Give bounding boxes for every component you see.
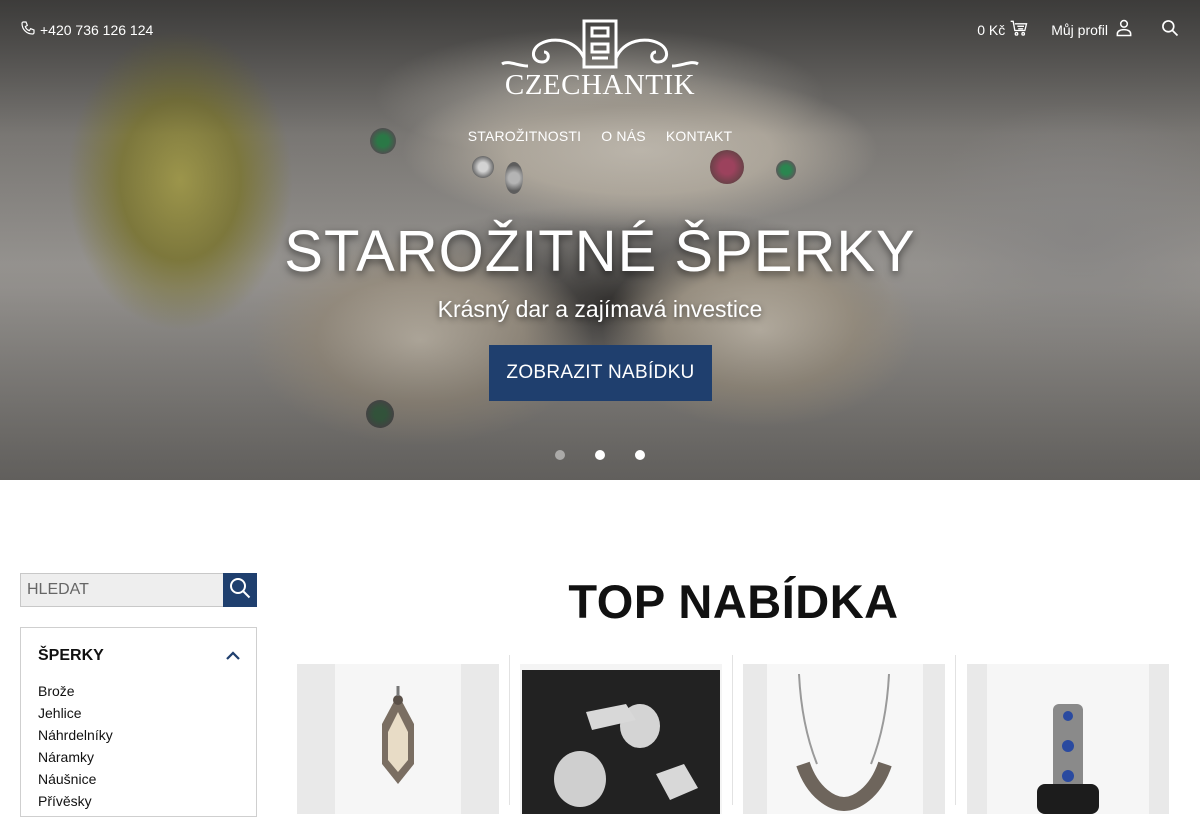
slider-dot-1[interactable] xyxy=(555,450,565,460)
product-image-pendant[interactable] xyxy=(297,664,499,814)
category-item-broze[interactable]: Brože xyxy=(38,680,113,702)
hero-banner: +420 736 126 124 CZECHANTIK 0 Kč Můj pro… xyxy=(0,0,1200,480)
nav-item-kontakt[interactable]: KONTAKT xyxy=(666,128,732,144)
chevron-up-icon[interactable] xyxy=(224,647,242,665)
search-icon[interactable] xyxy=(1160,18,1180,41)
product-card[interactable] xyxy=(967,655,1190,815)
show-offer-button[interactable]: ZOBRAZIT NABÍDKU xyxy=(489,345,712,401)
product-card[interactable] xyxy=(297,655,520,815)
product-divider xyxy=(509,655,510,805)
profile-button[interactable]: Můj profil xyxy=(1051,18,1134,41)
slider-dot-2[interactable] xyxy=(595,450,605,460)
category-item-priveshky[interactable]: Přívěsky xyxy=(38,790,113,812)
hero-title: STAROŽITNÉ ŠPERKY xyxy=(284,219,916,284)
product-image-necklace[interactable] xyxy=(743,664,945,814)
category-item-jehlice[interactable]: Jehlice xyxy=(38,702,113,724)
product-image-cufflinks[interactable] xyxy=(520,664,722,814)
search-input[interactable] xyxy=(20,573,223,607)
nav-item-starozitnosti[interactable]: STAROŽITNOSTI xyxy=(468,128,582,144)
phone-icon xyxy=(20,20,36,39)
cart-total: 0 Kč xyxy=(977,21,1006,38)
product-image-bracelet[interactable] xyxy=(967,664,1169,814)
category-title[interactable]: ŠPERKY xyxy=(38,647,104,665)
sidebar-search xyxy=(20,573,257,607)
user-icon xyxy=(1114,18,1134,41)
category-item-nausnice[interactable]: Náušnice xyxy=(38,768,113,790)
phone-number: +420 736 126 124 xyxy=(40,21,154,38)
category-item-naramky[interactable]: Náramky xyxy=(38,746,113,768)
category-panel: ŠPERKY Brože Jehlice Náhrdelníky Náramky… xyxy=(20,627,257,817)
nav-item-o-nas[interactable]: O NÁS xyxy=(601,128,646,144)
search-button[interactable] xyxy=(223,573,257,607)
product-divider xyxy=(732,655,733,805)
phone-contact[interactable]: +420 736 126 124 xyxy=(20,20,153,39)
cart-icon xyxy=(1009,18,1029,41)
category-list: Brože Jehlice Náhrdelníky Náramky Náušni… xyxy=(38,680,113,812)
cart-button[interactable]: 0 Kč xyxy=(977,18,1029,41)
product-card[interactable] xyxy=(520,655,743,815)
hero-subtitle: Krásný dar a zajímavá investice xyxy=(437,296,763,322)
main-nav: STAROŽITNOSTI O NÁS KONTAKT xyxy=(0,128,1200,144)
slider-dot-3[interactable] xyxy=(635,450,645,460)
header-actions: 0 Kč Můj profil xyxy=(977,18,1180,41)
product-card[interactable] xyxy=(743,655,966,815)
product-grid xyxy=(297,655,1170,815)
section-title: TOP NABÍDKA xyxy=(568,575,899,628)
profile-label: Můj profil xyxy=(1051,21,1108,38)
product-divider xyxy=(955,655,956,805)
logo[interactable]: CZECHANTIK xyxy=(498,18,702,102)
slider-dots xyxy=(555,450,645,460)
category-item-nahrdelniky[interactable]: Náhrdelníky xyxy=(38,724,113,746)
logo-text: CZECHANTIK xyxy=(504,69,696,101)
search-icon xyxy=(228,576,252,605)
